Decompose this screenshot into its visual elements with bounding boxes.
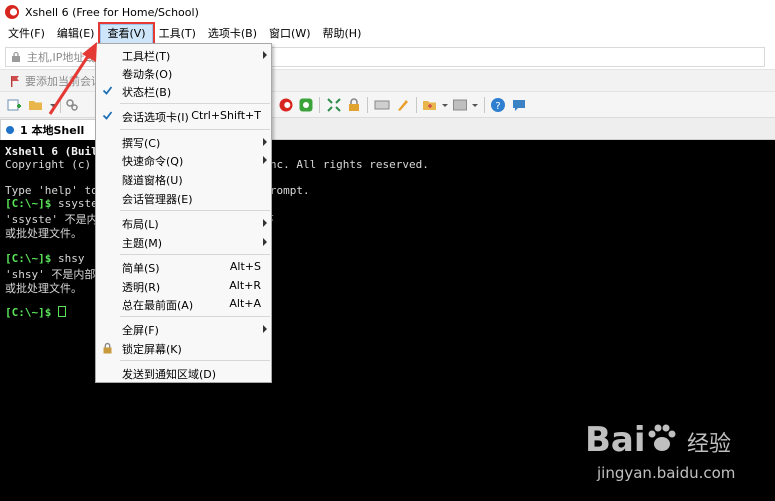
dropdown-arrow-icon[interactable] — [437, 97, 453, 113]
watermark-cn-text: 经验 — [687, 432, 732, 457]
menu-shortcut: Alt+R — [229, 279, 261, 292]
help-icon[interactable]: ? — [490, 97, 506, 113]
terminal-cursor — [57, 306, 66, 317]
lock-icon — [103, 342, 112, 354]
menu-item-session-manager[interactable]: 会话管理器(E) — [96, 189, 271, 207]
menu-item-transparent[interactable]: 透明(R) Alt+R — [96, 277, 271, 295]
baidu-watermark: Bai 经验 jingyan.baidu.com — [585, 420, 765, 492]
shell-prompt: [C:\~]$ — [5, 197, 52, 210]
lock-toolbar-icon[interactable] — [346, 97, 362, 113]
menu-item-tunnel-pane[interactable]: 隧道窗格(U) — [96, 170, 271, 188]
xagent-icon[interactable] — [298, 97, 314, 113]
terminal-line: 或批处理文件。 — [5, 282, 82, 295]
menu-item-theme[interactable]: 主题(M) — [96, 233, 271, 251]
xshell-logo-icon — [5, 5, 19, 19]
menu-shortcut: Alt+S — [229, 260, 261, 273]
menu-shortcut: Ctrl+Shift+T — [191, 109, 261, 122]
watermark-url: jingyan.baidu.com — [597, 464, 736, 482]
menu-view[interactable]: 查看(V) — [98, 22, 155, 46]
submenu-arrow-icon — [263, 156, 267, 164]
fullscreen-icon[interactable] — [326, 97, 342, 113]
menu-item-lock-screen[interactable]: 锁定屏幕(K) — [96, 339, 271, 357]
annotation-arrow-icon — [48, 42, 97, 115]
session-tab[interactable]: 1 本地Shell × — [0, 119, 106, 140]
xftp-icon[interactable] — [278, 97, 294, 113]
menu-item-statusbar[interactable]: 状态栏(B) — [96, 82, 271, 100]
chat-icon[interactable] — [511, 97, 527, 113]
baidu-paw-icon — [648, 424, 676, 451]
terminal-line: [C:\~]$ ssyste — [5, 197, 98, 210]
submenu-arrow-icon — [263, 325, 267, 333]
keyboard-icon[interactable] — [374, 97, 390, 113]
session-status-icon — [6, 126, 14, 134]
dropdown-arrow-icon[interactable] — [467, 97, 483, 113]
menu-item-simple[interactable]: 简单(S) Alt+S — [96, 258, 271, 276]
open-folder-icon[interactable] — [28, 97, 44, 113]
menu-help[interactable]: 帮助(H) — [317, 24, 368, 44]
menu-tools[interactable]: 工具(T) — [153, 24, 202, 44]
submenu-arrow-icon — [263, 51, 267, 59]
terminal-line: [C:\~]$ — [5, 306, 66, 319]
submenu-arrow-icon — [263, 138, 267, 146]
menu-item-compose[interactable]: 撰写(C) — [96, 133, 271, 151]
menu-item-send-to-tray[interactable]: 发送到通知区域(D) — [96, 364, 271, 382]
add-tab-icon[interactable] — [422, 97, 438, 113]
watermark-logo-text: Bai — [585, 420, 646, 460]
menu-item-fullscreen[interactable]: 全屏(F) — [96, 320, 271, 338]
terminal-line: 或批处理文件。 — [5, 227, 82, 240]
menu-tab[interactable]: 选项卡(B) — [202, 24, 263, 44]
menu-item-quick-commands[interactable]: 快速命令(Q) — [96, 151, 271, 169]
window-title: Xshell 6 (Free for Home/School) — [25, 5, 199, 19]
bookmark-flag-icon — [11, 75, 19, 87]
tab-label: 1 本地Shell — [20, 124, 85, 137]
menu-item-scrollbar[interactable]: 卷动条(O) — [96, 64, 271, 82]
highlight-pen-icon[interactable] — [395, 97, 411, 113]
shell-prompt: [C:\~]$ — [5, 252, 52, 265]
new-session-icon[interactable] — [6, 97, 22, 113]
view-dropdown-menu: 工具栏(T) 卷动条(O) 状态栏(B) 会话选项卡(I) Ctrl+Shift… — [95, 43, 272, 383]
title-bar: Xshell 6 (Free for Home/School) — [0, 0, 775, 24]
svg-text:?: ? — [495, 101, 500, 112]
menu-shortcut: Alt+A — [229, 297, 261, 310]
menu-window[interactable]: 窗口(W) — [263, 24, 316, 44]
terminal-line: [C:\~]$ shsy — [5, 252, 85, 265]
menu-bar: 文件(F) 编辑(E) 查看(V) 工具(T) 选项卡(B) 窗口(W) 帮助(… — [0, 22, 775, 46]
menu-item-session-tabs[interactable]: 会话选项卡(I) Ctrl+Shift+T — [96, 107, 271, 125]
submenu-arrow-icon — [263, 219, 267, 227]
menu-item-toolbar[interactable]: 工具栏(T) — [96, 46, 271, 64]
shell-prompt: [C:\~]$ — [5, 306, 52, 319]
menu-item-layout[interactable]: 布局(L) — [96, 214, 271, 232]
lock-icon — [12, 51, 20, 62]
layout-icon[interactable] — [452, 97, 468, 113]
submenu-arrow-icon — [263, 238, 267, 246]
menu-item-always-on-top[interactable]: 总在最前面(A) Alt+A — [96, 295, 271, 313]
